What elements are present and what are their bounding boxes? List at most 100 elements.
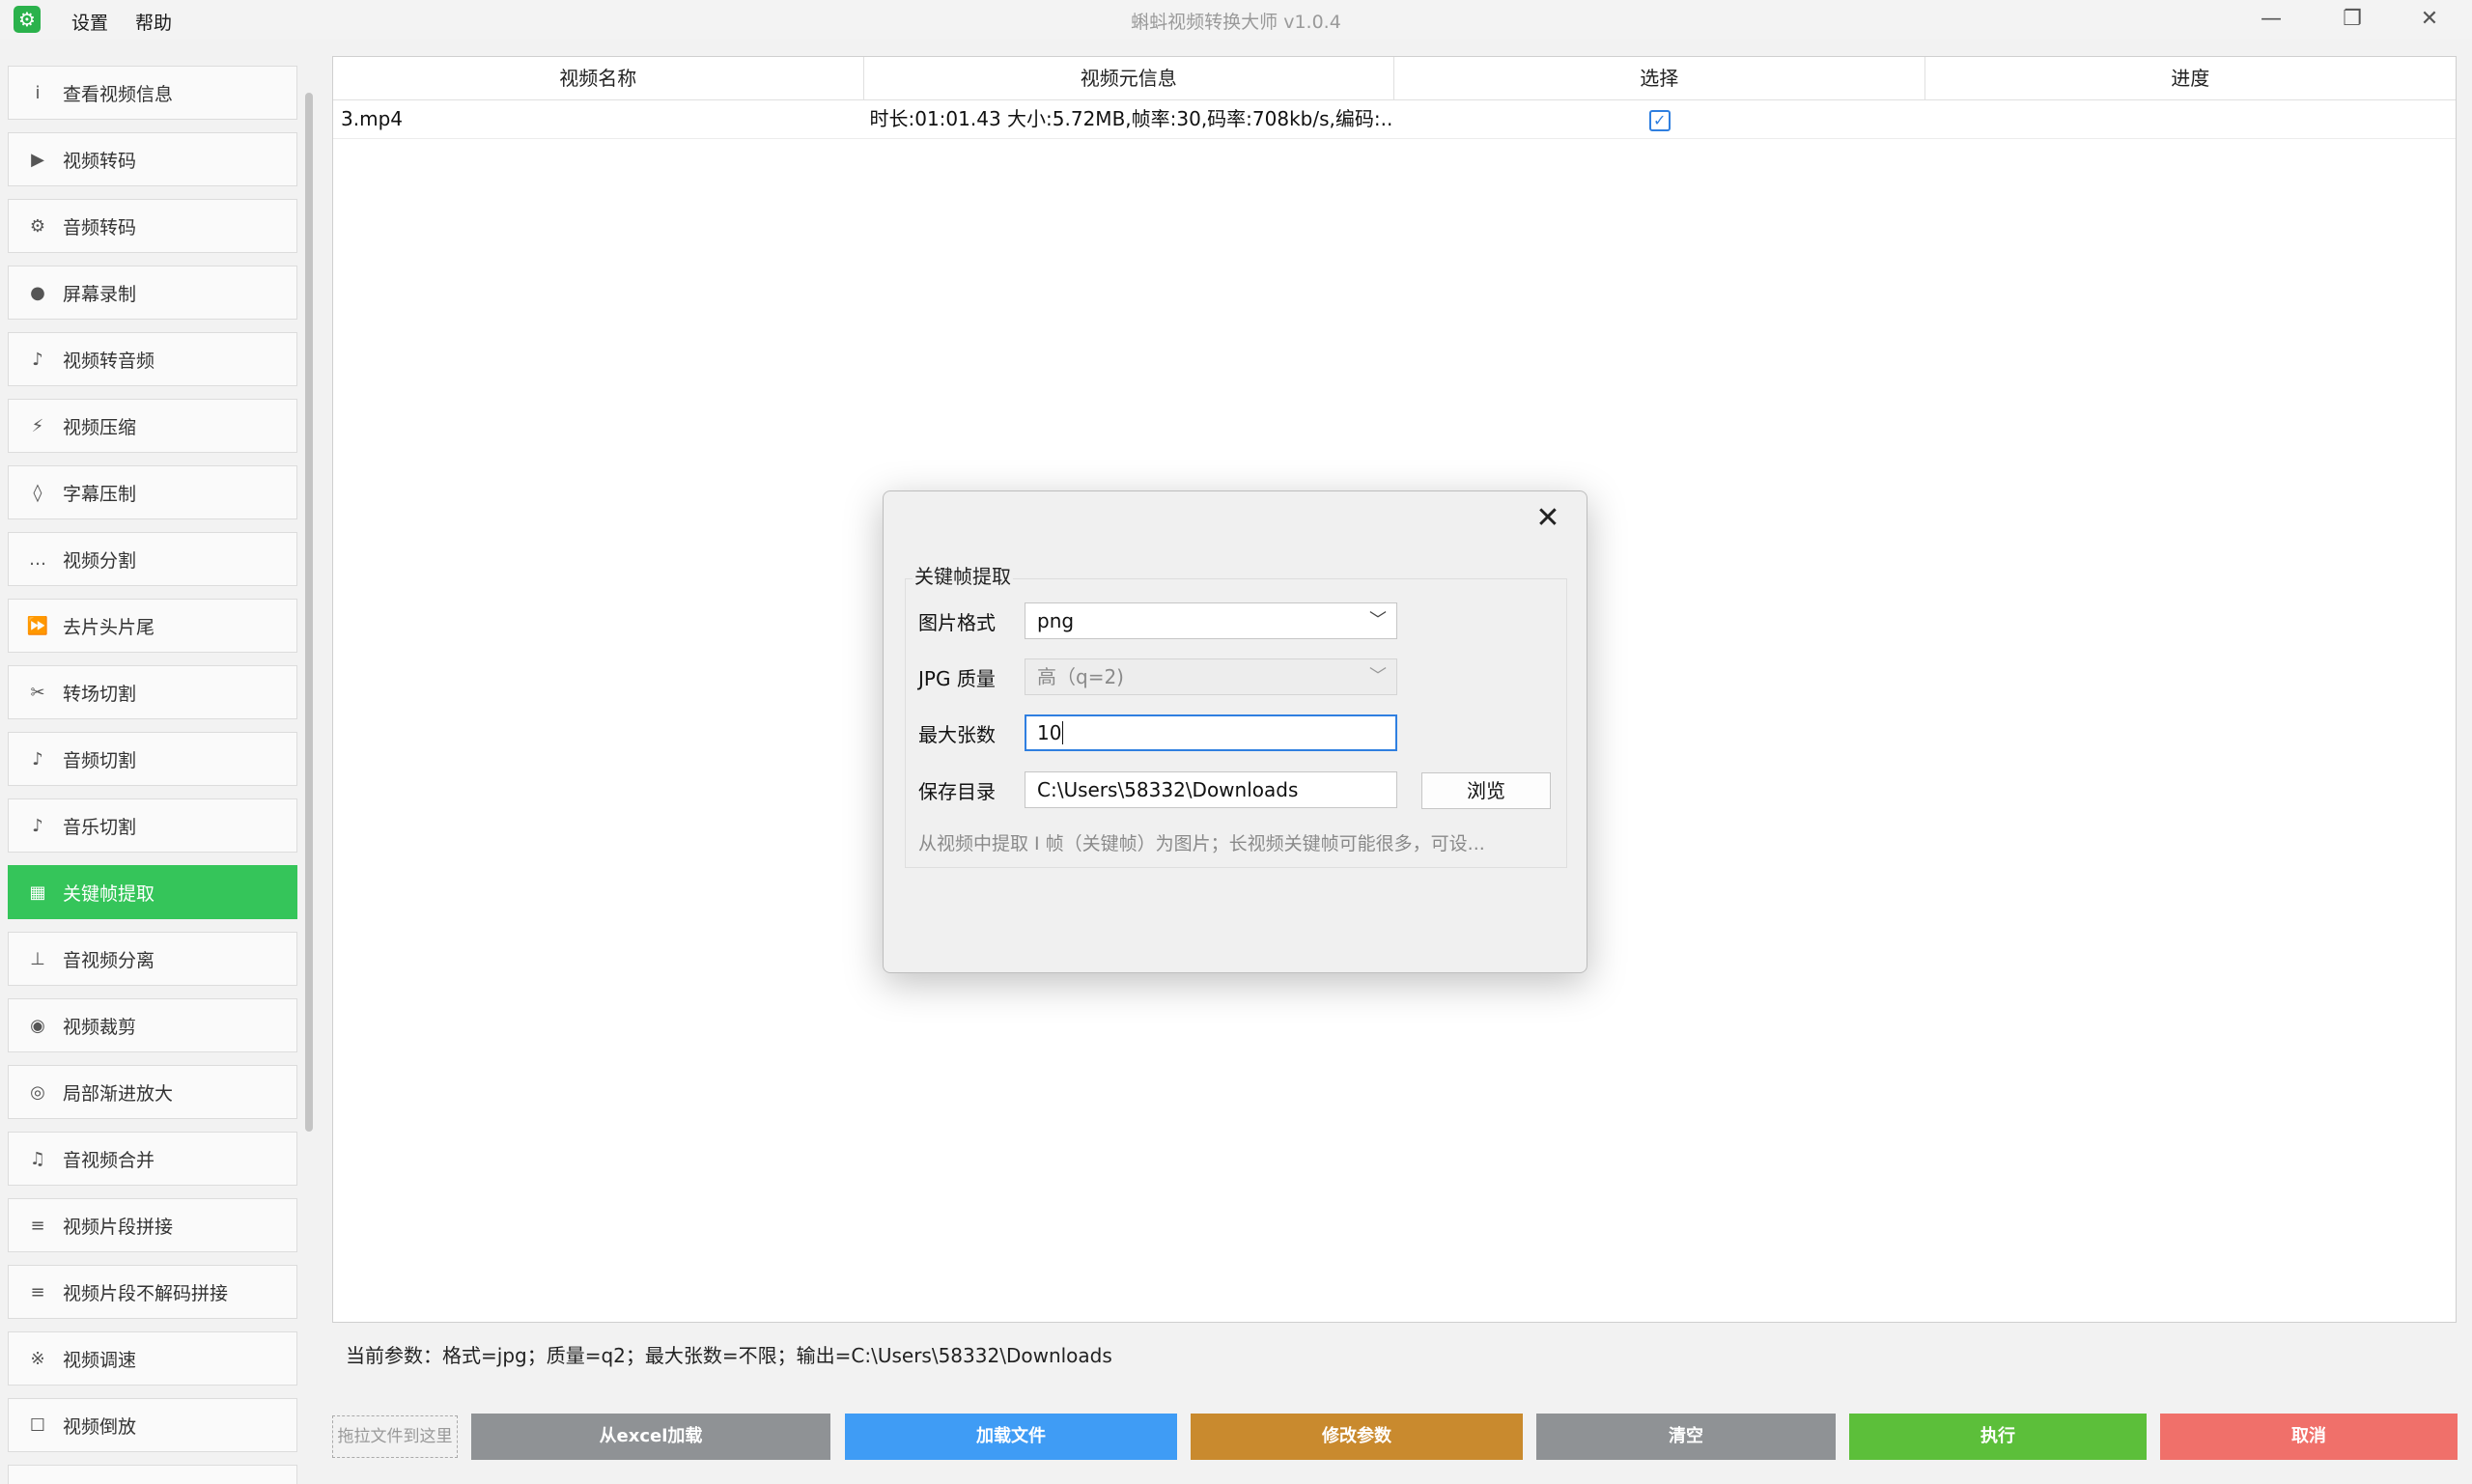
diamond-icon: ◊: [33, 482, 42, 503]
sidebar-item-video-split[interactable]: … 视频分割: [8, 532, 297, 586]
list-icon: ≡: [30, 1215, 45, 1236]
scissors-icon: ✂: [30, 682, 45, 703]
sidebar-item-label: 屏幕录制: [63, 283, 137, 305]
sidebar-item-video-crop[interactable]: ◉ 视频裁剪: [8, 998, 297, 1052]
format-label: 图片格式: [918, 611, 996, 634]
sidebar-item-label: 音乐切割: [63, 816, 137, 838]
save-dir-input[interactable]: C:\Users\58332\Downloads: [1025, 771, 1397, 808]
sidebar-item-screen-record[interactable]: ● 屏幕录制: [8, 266, 297, 320]
quality-select[interactable]: 高（q=2) ﹀: [1025, 658, 1397, 695]
save-dir-label: 保存目录: [918, 780, 996, 803]
sidebar-item-segment-concat-nodecode[interactable]: ≡ 视频片段不解码拼接: [8, 1265, 297, 1319]
column-header-progress[interactable]: 进度: [1925, 57, 2457, 99]
sidebar-item-label: 字幕压制: [63, 483, 137, 505]
play-icon: ▶: [31, 149, 44, 170]
sidebar-item-label: 视频调速: [63, 1349, 137, 1371]
sidebar-item-trim-head-tail[interactable]: ⏩ 去片头片尾: [8, 599, 297, 653]
browse-button[interactable]: 浏览: [1421, 772, 1551, 809]
cell-select: ✓: [1394, 99, 1925, 138]
cancel-button[interactable]: 取消: [2160, 1414, 2458, 1460]
sidebar-item-label: 音视频合并: [63, 1149, 155, 1171]
lightning-icon: ⚡: [31, 415, 44, 436]
sidebar-item-label: 视频片段不解码拼接: [63, 1282, 229, 1304]
sidebar-item-label: 转场切割: [63, 683, 137, 705]
table-row[interactable]: 3.mp4 时长:01:01.43 大小:5.72MB,帧率:30,码率:708…: [333, 99, 2456, 139]
drop-zone[interactable]: 拖拉文件到这里: [332, 1415, 458, 1458]
max-count-label: 最大张数: [918, 723, 996, 746]
sidebar-item-label: 视频裁剪: [63, 1016, 137, 1038]
sidebar-item-video-to-audio[interactable]: ♪ 视频转音频: [8, 332, 297, 386]
sidebar-item-video-speed[interactable]: ※ 视频调速: [8, 1331, 297, 1386]
modify-params-button[interactable]: 修改参数: [1191, 1414, 1523, 1460]
sidebar-item-subtitle-burn[interactable]: ◊ 字幕压制: [8, 465, 297, 519]
dialog-close-button[interactable]: ✕: [1529, 499, 1567, 538]
sidebar-item-audio-transcode[interactable]: ⚙ 音频转码: [8, 199, 297, 253]
column-header-meta[interactable]: 视频元信息: [864, 57, 1394, 99]
sidebar-item-audio-cut[interactable]: ♪ 音频切割: [8, 732, 297, 786]
sidebar-item-label: 去片头片尾: [63, 616, 155, 638]
sidebar-item-scene-cut[interactable]: ✂ 转场切割: [8, 665, 297, 719]
list-icon: ≡: [30, 1281, 45, 1302]
sidebar-item-keyframe-extract[interactable]: ▦ 关键帧提取: [8, 865, 297, 919]
split-icon: ⊥: [30, 948, 45, 969]
sidebar-item-label: 关键帧提取: [63, 882, 155, 905]
format-value: png: [1037, 609, 1075, 632]
sidebar-item-segment-concat[interactable]: ≡ 视频片段拼接: [8, 1198, 297, 1252]
sidebar-item-label: 视频倒放: [63, 1415, 137, 1438]
column-header-name[interactable]: 视频名称: [333, 57, 864, 99]
table-header: 视频名称 视频元信息 选择 进度: [333, 57, 2456, 100]
max-count-input[interactable]: 10: [1025, 714, 1397, 751]
record-icon: ●: [30, 282, 45, 303]
music-note-icon: ♪: [32, 815, 43, 836]
sidebar-item-label: 音视频分离: [63, 949, 155, 971]
cell-meta: 时长:01:01.43 大小:5.72MB,帧率:30,码率:708kb/s,编…: [869, 107, 1395, 130]
chevron-down-icon: ﹀: [1369, 666, 1387, 686]
sidebar-item-video-info[interactable]: i 查看视频信息: [8, 66, 297, 120]
chevron-down-icon: ﹀: [1369, 610, 1387, 630]
sidebar: i 查看视频信息 ▶ 视频转码 ⚙ 音频转码 ● 屏幕录制 ♪ 视频转音频 ⚡ 视频压缩 ◊…: [0, 39, 307, 1484]
crop-icon: ◉: [30, 1015, 45, 1036]
sidebar-item-video-transcode[interactable]: ▶ 视频转码: [8, 132, 297, 186]
restore-button[interactable]: ❐: [2323, 2, 2381, 37]
sidebar-scrollbar[interactable]: [305, 93, 313, 1132]
sidebar-item-av-separate[interactable]: ⊥ 音视频分离: [8, 932, 297, 986]
minimize-button[interactable]: —: [2242, 2, 2300, 37]
fast-forward-icon: ⏩: [26, 615, 49, 636]
sidebar-item-label: 查看视频信息: [63, 83, 174, 105]
music-note-icon: ♪: [32, 349, 43, 370]
sidebar-item-video-reverse[interactable]: ☐ 视频倒放: [8, 1398, 297, 1452]
sidebar-item-label: 音频切割: [63, 749, 137, 771]
close-window-button[interactable]: ✕: [2401, 2, 2458, 37]
cell-progress: [1925, 99, 2457, 138]
max-count-value: 10: [1037, 721, 1062, 744]
sidebar-item-progressive-zoom[interactable]: ◎ 局部渐进放大: [8, 1065, 297, 1119]
dialog-hint: 从视频中提取 I 帧（关键帧）为图片；长视频关键帧可能很多，可设...: [918, 833, 1485, 854]
sidebar-item-label: 视频转音频: [63, 350, 155, 372]
sidebar-item-av-merge[interactable]: ♫ 音视频合并: [8, 1132, 297, 1186]
load-file-button[interactable]: 加载文件: [845, 1414, 1177, 1460]
sidebar-item-label: 音频转码: [63, 216, 137, 238]
sidebar-item-label: 视频压缩: [63, 416, 137, 438]
sidebar-item-label: 视频片段拼接: [63, 1216, 174, 1238]
params-panel: 当前参数：格式=jpg；质量=q2；最大张数=不限；输出=C:\Users\58…: [332, 1323, 2457, 1400]
sidebar-item-label: 视频转码: [63, 150, 137, 172]
sidebar-item-partial[interactable]: [8, 1465, 297, 1484]
grid-icon: ▦: [29, 882, 46, 903]
clear-button[interactable]: 清空: [1536, 1414, 1836, 1460]
execute-button[interactable]: 执行: [1849, 1414, 2147, 1460]
sidebar-item-label: 视频分割: [63, 549, 137, 572]
text-caret: [1062, 721, 1064, 744]
info-icon: i: [35, 82, 41, 103]
quality-value: 高（q=2): [1037, 665, 1124, 688]
sidebar-item-music-cut[interactable]: ♪ 音乐切割: [8, 798, 297, 853]
format-select[interactable]: png ﹀: [1025, 602, 1397, 639]
select-checkbox[interactable]: ✓: [1648, 109, 1671, 131]
window-title: 蝌蚪视频转换大师 v1.0.4: [1131, 12, 1341, 33]
music-notes-icon: ♫: [29, 1148, 46, 1169]
load-excel-button[interactable]: 从excel加载: [471, 1414, 830, 1460]
zoom-icon: ◎: [30, 1081, 45, 1103]
column-header-select[interactable]: 选择: [1394, 57, 1925, 99]
sidebar-item-video-compress[interactable]: ⚡ 视频压缩: [8, 399, 297, 453]
music-note-icon: ♪: [32, 748, 43, 770]
square-icon: ☐: [29, 1414, 46, 1436]
